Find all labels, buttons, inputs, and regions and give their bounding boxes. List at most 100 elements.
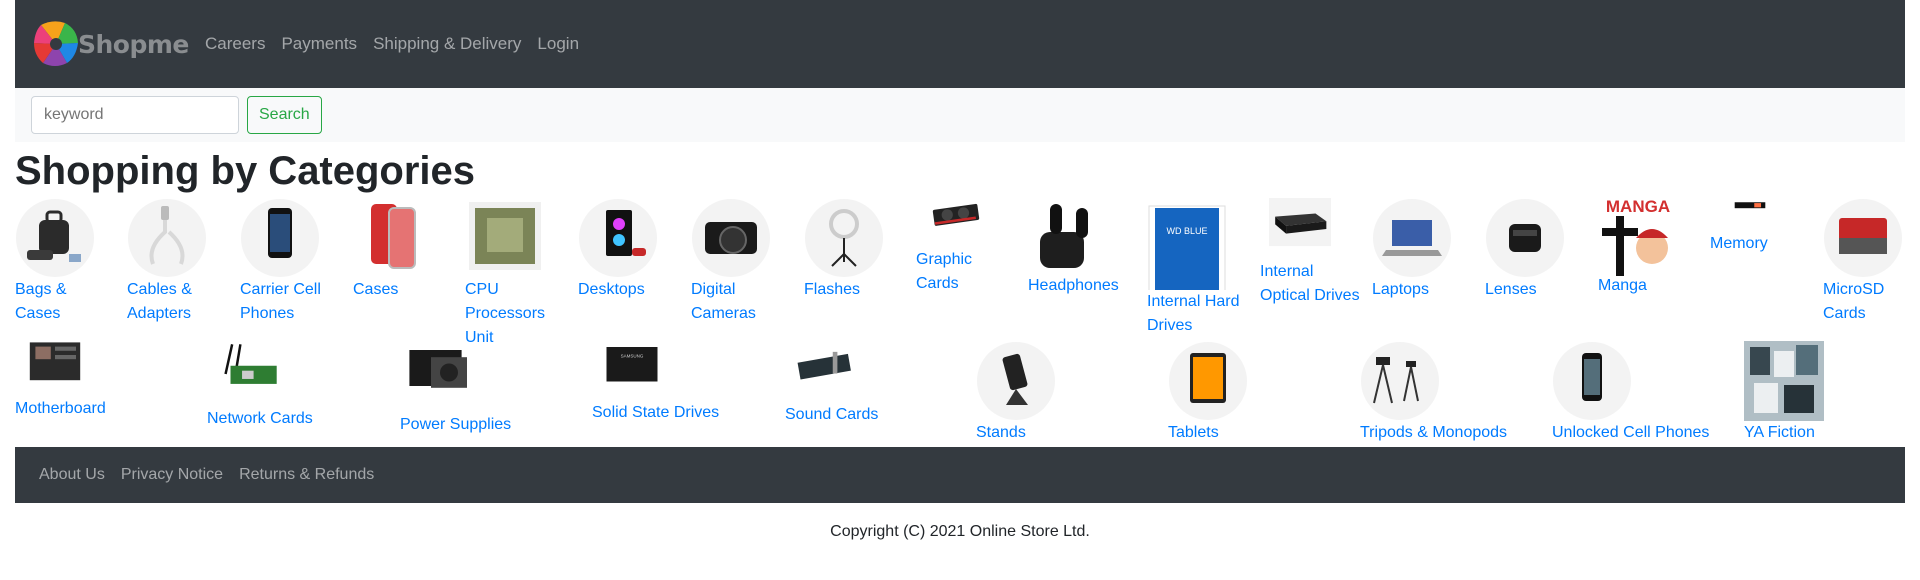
camera-icon: [692, 199, 770, 277]
category-bags-cases[interactable]: Bags & Cases: [15, 198, 115, 326]
books-icon: [1744, 341, 1824, 421]
nav-link-shipping-delivery[interactable]: Shipping & Delivery: [373, 34, 521, 54]
tripod-icon: [1361, 342, 1439, 420]
category-network-cards[interactable]: Network Cards: [207, 341, 387, 431]
category-label: Tablets: [1168, 424, 1219, 441]
phone-case-icon: [371, 204, 416, 269]
category-power-supplies[interactable]: Power Supplies: [400, 341, 580, 437]
sound-card-icon: [797, 351, 851, 380]
lens-icon: [1486, 199, 1564, 277]
category-cpu-processors[interactable]: CPU Processors Unit: [465, 198, 565, 350]
category-label: Carrier Cell Phones: [240, 281, 321, 322]
hard-drive-icon: WD BLUE: [1148, 205, 1226, 290]
category-cases[interactable]: Cases: [353, 198, 453, 302]
footer-link-privacy-notice[interactable]: Privacy Notice: [121, 466, 223, 484]
copyright-text: Copyright (C) 2021 Online Store Ltd.: [830, 523, 1090, 540]
category-label: Graphic Cards: [916, 251, 973, 292]
svg-text:WD BLUE: WD BLUE: [1166, 226, 1207, 236]
footer-link-returns-refunds[interactable]: Returns & Refunds: [239, 466, 374, 484]
laptop-icon: [1373, 199, 1451, 277]
optical-drive-icon: [1269, 198, 1331, 247]
category-label: Headphones: [1028, 277, 1119, 294]
category-label: MicroSD Cards: [1823, 281, 1885, 322]
category-flashes[interactable]: Flashes: [804, 198, 904, 302]
category-internal-optical-drives[interactable]: Internal Optical Drives: [1260, 198, 1360, 308]
category-row-1: Bags & Cases Cables & Adapters Carrier C…: [15, 198, 1905, 346]
category-label: Laptops: [1372, 281, 1429, 298]
ssd-stick-icon: [1734, 202, 1766, 209]
category-internal-hard-drives[interactable]: WD BLUE Internal Hard Drives: [1147, 198, 1247, 338]
shutter-logo-icon: [34, 21, 78, 66]
category-label: Network Cards: [207, 410, 313, 427]
search-bar: Search: [15, 88, 1905, 142]
nav-link-careers[interactable]: Careers: [205, 34, 265, 54]
category-label: Desktops: [578, 281, 645, 298]
manga-icon: MANGA: [1602, 198, 1670, 276]
category-label: Lenses: [1485, 281, 1537, 298]
category-memory[interactable]: Memory: [1710, 198, 1810, 256]
category-label: Digital Cameras: [691, 281, 756, 322]
category-label: Internal Optical Drives: [1260, 263, 1360, 304]
search-input[interactable]: [31, 96, 239, 134]
category-stands[interactable]: Stands: [976, 341, 1156, 445]
category-label: Power Supplies: [400, 416, 512, 433]
category-headphones[interactable]: Headphones: [1028, 198, 1128, 298]
nav-link-login[interactable]: Login: [537, 34, 579, 54]
main-nav: Careers Payments Shipping & Delivery Log…: [205, 34, 595, 54]
phone-icon: [1553, 342, 1631, 420]
bag-icon: [16, 199, 94, 277]
footer-nav: About Us Privacy Notice Returns & Refund…: [15, 447, 1905, 503]
category-row-2: Motherboard Network Cards Power Supplies…: [15, 341, 1905, 447]
search-button[interactable]: Search: [247, 96, 322, 134]
earbuds-icon: [1040, 204, 1088, 268]
tablet-icon: [1169, 342, 1247, 420]
phone-icon: [241, 199, 319, 277]
brand-logo[interactable]: Shopme: [31, 14, 205, 74]
category-cables-adapters[interactable]: Cables & Adapters: [127, 198, 227, 326]
category-ya-fiction[interactable]: YA Fiction: [1744, 341, 1905, 445]
category-carrier-cell-phones[interactable]: Carrier Cell Phones: [240, 198, 340, 326]
svg-text:MANGA: MANGA: [1606, 198, 1670, 216]
category-label: Bags & Cases: [15, 281, 67, 322]
page-title: Shopping by Categories: [15, 149, 476, 193]
cpu-icon: [469, 202, 541, 270]
category-label: Solid State Drives: [592, 404, 720, 421]
power-supply-icon: [409, 350, 467, 388]
category-manga[interactable]: MANGA Manga: [1598, 198, 1698, 298]
category-label: Internal Hard Drives: [1147, 293, 1240, 334]
category-tripods-monopods[interactable]: Tripods & Monopods: [1360, 341, 1540, 445]
category-laptops[interactable]: Laptops: [1372, 198, 1472, 302]
category-label: Flashes: [804, 281, 861, 298]
category-label: Unlocked Cell Phones: [1552, 424, 1710, 441]
category-label: Memory: [1710, 235, 1768, 252]
microsd-icon: [1824, 199, 1902, 277]
category-label: Stands: [976, 424, 1026, 441]
ssd-icon: SAMSUNG: [606, 347, 658, 382]
category-motherboard[interactable]: Motherboard: [15, 341, 195, 421]
nav-link-payments[interactable]: Payments: [281, 34, 357, 54]
stand-icon: [977, 342, 1055, 420]
category-label: Tripods & Monopods: [1360, 424, 1508, 441]
ring-light-icon: [805, 199, 883, 277]
brand-name: Shopme: [78, 29, 189, 59]
cable-icon: [128, 199, 206, 277]
category-label: Manga: [1598, 277, 1647, 294]
category-lenses[interactable]: Lenses: [1485, 198, 1585, 302]
category-solid-state-drives[interactable]: SAMSUNG Solid State Drives: [592, 341, 772, 425]
category-sound-cards[interactable]: Sound Cards: [785, 341, 965, 427]
category-label: CPU Processors Unit: [465, 281, 546, 346]
network-card-icon: [224, 344, 277, 384]
category-digital-cameras[interactable]: Digital Cameras: [691, 198, 791, 326]
motherboard-icon: [29, 342, 81, 381]
category-label: Motherboard: [15, 400, 106, 417]
category-graphic-cards[interactable]: Graphic Cards: [916, 198, 1016, 296]
category-desktops[interactable]: Desktops: [578, 198, 678, 302]
category-microsd-cards[interactable]: MicroSD Cards: [1823, 198, 1905, 326]
footer-link-about-us[interactable]: About Us: [39, 466, 105, 484]
desktop-icon: [579, 199, 657, 277]
category-label: Cases: [353, 281, 399, 298]
category-unlocked-cell-phones[interactable]: Unlocked Cell Phones: [1552, 341, 1732, 445]
category-label: YA Fiction: [1744, 424, 1815, 441]
category-tablets[interactable]: Tablets: [1168, 341, 1348, 445]
top-navbar: Shopme Careers Payments Shipping & Deliv…: [15, 0, 1905, 88]
